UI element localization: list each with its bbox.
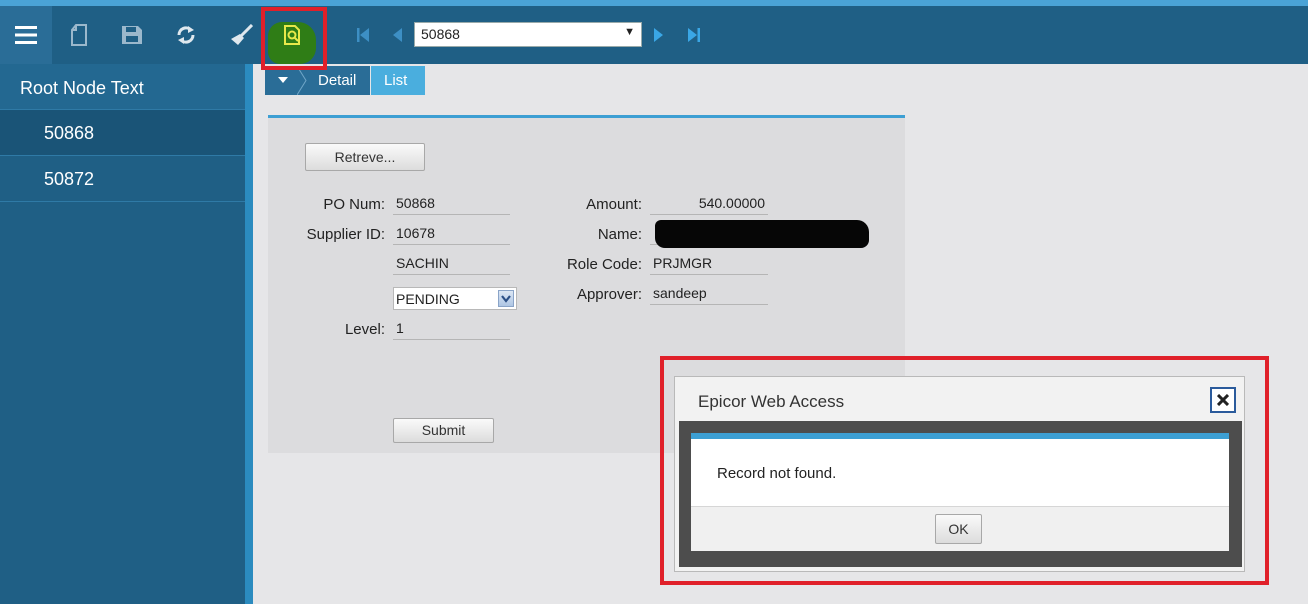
dialog-close-button[interactable] (1210, 387, 1236, 413)
message-dialog: Epicor Web Access Record not found. OK (674, 376, 1245, 572)
redaction-mark (655, 220, 869, 248)
toolbar: 50868 ▼ (0, 6, 1308, 64)
role-code-label: Role Code: (566, 256, 642, 273)
supplier-name-field[interactable]: SACHIN (393, 253, 510, 275)
dialog-message: Record not found. (717, 465, 837, 482)
new-button[interactable] (56, 6, 102, 64)
supplier-id-field[interactable]: 10678 (393, 223, 510, 245)
close-icon (1217, 394, 1229, 406)
dialog-body: Record not found. OK (679, 421, 1242, 567)
first-icon (357, 28, 369, 42)
sidebar-tree: Root Node Text 50868 50872 (0, 64, 245, 604)
chevron-down-icon: ▼ (624, 26, 635, 38)
sidebar-resize-handle[interactable] (245, 64, 253, 604)
tree-root-node[interactable]: Root Node Text (0, 64, 245, 110)
amount-label: Amount: (586, 196, 642, 213)
amount-field[interactable]: 540.00000 (650, 193, 768, 215)
caret-down-icon (278, 77, 288, 83)
search-icon (284, 25, 300, 45)
tab-list[interactable]: List (371, 66, 425, 95)
po-num-label: PO Num: (323, 196, 385, 213)
refresh-icon (177, 26, 195, 44)
submit-button[interactable]: Submit (393, 418, 494, 443)
dialog-title: Epicor Web Access (698, 392, 845, 411)
save-button[interactable] (109, 6, 155, 64)
menu-icon (15, 26, 37, 44)
tree-item-50868[interactable]: 50868 (0, 110, 245, 156)
level-label: Level: (344, 321, 385, 338)
previous-icon (393, 28, 402, 42)
supplier-id-label: Supplier ID: (306, 226, 385, 243)
new-icon (71, 24, 87, 46)
record-selector-value: 50868 (421, 26, 460, 42)
approver-field[interactable]: sandeep (650, 283, 768, 305)
search-button[interactable] (269, 6, 315, 64)
menu-button[interactable] (0, 6, 52, 64)
refresh-button[interactable] (163, 6, 209, 64)
next-icon (654, 28, 663, 42)
status-select-value: PENDING (396, 291, 460, 307)
clear-icon (231, 24, 253, 45)
tree-item-50872[interactable]: 50872 (0, 156, 245, 202)
clear-button[interactable] (218, 6, 264, 64)
po-num-field[interactable]: 50868 (393, 193, 510, 215)
retrieve-button[interactable]: Retreve... (305, 143, 425, 171)
breadcrumb-chevron-icon (297, 66, 307, 95)
status-dropdown-button[interactable] (498, 290, 514, 307)
name-label: Name: (597, 226, 642, 243)
level-field[interactable]: 1 (393, 318, 510, 340)
last-record-button[interactable] (671, 6, 717, 64)
last-icon (688, 28, 700, 42)
ok-button[interactable]: OK (935, 514, 982, 544)
dialog-footer: OK (691, 506, 1229, 551)
tab-dropdown-button[interactable] (265, 66, 301, 95)
role-code-field[interactable]: PRJMGR (650, 253, 768, 275)
approver-label: Approver: (576, 286, 642, 303)
record-selector[interactable]: 50868 ▼ (414, 22, 642, 47)
dialog-content: Record not found. OK (691, 433, 1229, 551)
status-select[interactable]: PENDING (393, 287, 517, 310)
save-icon (122, 26, 142, 44)
tab-detail[interactable]: Detail (301, 66, 370, 95)
chevron-down-icon (501, 295, 511, 303)
